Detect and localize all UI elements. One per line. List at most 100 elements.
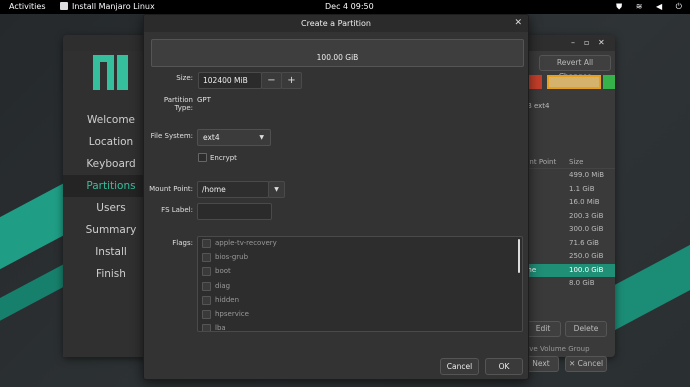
row-size: 300.0 GiB (569, 225, 604, 233)
sidebar-item-location: Location (88, 136, 134, 148)
flags-label: Flags: (172, 239, 193, 247)
flag-label: hpservice (215, 309, 249, 318)
partition-size-bar[interactable]: 100.00 GiB (151, 39, 524, 67)
table-row[interactable]: 71.6 GiB (525, 237, 615, 251)
list-item[interactable]: boot (198, 265, 522, 279)
table-row[interactable]: 300.0 GiB (525, 223, 615, 237)
table-row[interactable]: 499.0 MiB (525, 169, 615, 183)
flag-label: apple-tv-recovery (215, 239, 277, 247)
shield-icon[interactable]: ⛊ (616, 2, 622, 11)
dialog-titlebar: Create a Partition ✕ (144, 15, 528, 32)
list-item[interactable]: diag (198, 280, 522, 294)
list-item[interactable]: lba (198, 322, 522, 332)
top-bar: Activities Install Manjaro Linux Dec 4 0… (0, 0, 690, 14)
close-icon[interactable]: ✕ (598, 38, 605, 47)
close-icon[interactable]: ✕ (514, 15, 522, 32)
row-size: 200.3 GiB (569, 211, 604, 220)
list-item[interactable]: bios-grub (198, 251, 522, 265)
flag-checkbox[interactable] (202, 253, 211, 263)
flags-scrollbar[interactable] (518, 239, 520, 273)
clock[interactable]: Dec 4 09:50 (325, 2, 374, 11)
table-header: unt Point Size (525, 156, 615, 169)
ok-button[interactable]: OK (485, 358, 523, 375)
header-size: Size (569, 158, 584, 166)
flag-checkbox[interactable] (202, 295, 211, 305)
file-system-label: File System: (150, 132, 193, 140)
row-size: 8.0 GiB (569, 279, 595, 287)
minimize-icon[interactable]: – (571, 38, 575, 47)
sidebar-item-keyboard: Keyboard (86, 158, 136, 170)
increase-size-button[interactable]: + (281, 72, 302, 89)
table-row-selected[interactable]: me 100.0 GiB (525, 263, 615, 277)
row-size: 499.0 MiB (569, 171, 605, 179)
encrypt-label: Encrypt (210, 154, 237, 162)
wifi-icon[interactable]: ≋ (636, 2, 643, 11)
sidebar-nav: Welcome Location Keyboard Partitions Use… (63, 109, 145, 285)
flag-checkbox[interactable] (202, 309, 211, 319)
mount-point-input[interactable]: /home (197, 181, 269, 198)
partition-segment-selected (547, 75, 601, 89)
partition-bar (525, 75, 615, 89)
table-row[interactable]: 16.0 MiB (525, 196, 615, 210)
volume-icon[interactable]: ◀ (656, 2, 662, 11)
file-system-combobox[interactable]: ext4 ▼ (197, 129, 271, 146)
fs-label-label: FS Label: (161, 206, 193, 214)
partition-type-label: Partition Type: (163, 96, 193, 112)
flag-checkbox[interactable] (202, 239, 211, 248)
flag-label: lba (215, 324, 226, 332)
system-tray[interactable]: ⛊ ≋ ◀ ⏻ (605, 2, 682, 12)
list-item[interactable]: hpservice (198, 308, 522, 322)
remove-volume-group-button[interactable]: ove Volume Group (525, 345, 590, 353)
partitions-pane: Revert All Changes iB ext4 unt Point Siz… (523, 51, 615, 372)
maximize-icon[interactable]: ▫ (584, 38, 589, 47)
delete-button[interactable]: Delete (565, 321, 607, 337)
cancel-button[interactable]: Cancel (440, 358, 479, 375)
activities-button[interactable]: Activities (9, 2, 46, 11)
chevron-down-icon: ▼ (259, 134, 264, 141)
create-partition-dialog: Create a Partition ✕ 100.00 GiB Size: 10… (143, 14, 529, 380)
table-row[interactable]: 8.0 GiB (525, 277, 615, 291)
mount-point-label: Mount Point: (149, 185, 193, 193)
list-item[interactable]: apple-tv-recovery (198, 237, 522, 251)
installer-app-icon (60, 2, 68, 10)
row-size: 16.0 MiB (569, 198, 600, 206)
app-menu-label: Install Manjaro Linux (72, 2, 155, 11)
revert-all-changes-button[interactable]: Revert All Changes (539, 55, 611, 81)
sidebar-item-welcome: Welcome (86, 114, 136, 126)
file-system-value: ext4 (203, 133, 220, 142)
flag-checkbox[interactable] (202, 267, 211, 277)
row-size: 250.0 GiB (569, 252, 604, 260)
flag-label: diag (215, 281, 231, 290)
table-row[interactable]: 250.0 GiB (525, 250, 615, 264)
table-row[interactable]: 200.3 GiB (525, 210, 615, 224)
sidebar-item-finish: Finish (96, 268, 126, 280)
partition-type-value: GPT (197, 96, 211, 104)
sidebar-item-install: Install (95, 246, 127, 258)
app-menu[interactable]: Install Manjaro Linux (60, 2, 155, 11)
header-mount-point: unt Point (525, 158, 557, 166)
list-item[interactable]: hidden (198, 294, 522, 308)
fs-label-input[interactable] (197, 203, 272, 220)
flag-checkbox[interactable] (202, 324, 211, 331)
installer-sidebar: Welcome Location Keyboard Partitions Use… (63, 51, 145, 357)
size-label: Size: (176, 74, 193, 82)
sidebar-item-partitions: Partitions (63, 175, 145, 197)
decrease-size-button[interactable]: − (261, 72, 282, 89)
flag-checkbox[interactable] (202, 281, 211, 291)
flag-label: boot (215, 267, 231, 276)
row-size: 1.1 GiB (569, 184, 595, 193)
installer-cancel-button[interactable]: ✕ Cancel (565, 356, 607, 372)
size-spinbox[interactable]: 102400 MiB (198, 72, 262, 89)
encrypt-checkbox[interactable] (198, 153, 207, 162)
sidebar-item-summary: Summary (85, 224, 137, 236)
row-size: 71.6 GiB (569, 238, 599, 247)
table-row[interactable]: 1.1 GiB (525, 183, 615, 197)
flag-label: hidden (215, 295, 240, 304)
mount-point-dropdown-button[interactable]: ▼ (268, 181, 285, 198)
power-icon[interactable]: ⏻ (676, 2, 682, 11)
dialog-title: Create a Partition (301, 19, 371, 28)
flag-label: bios-grub (215, 253, 249, 262)
flags-list[interactable]: apple-tv-recovery bios-grub boot diag hi… (197, 236, 523, 332)
edit-button[interactable]: Edit (525, 321, 561, 337)
partition-table: unt Point Size 499.0 MiB 1.1 GiB 16.0 Mi… (525, 156, 615, 291)
